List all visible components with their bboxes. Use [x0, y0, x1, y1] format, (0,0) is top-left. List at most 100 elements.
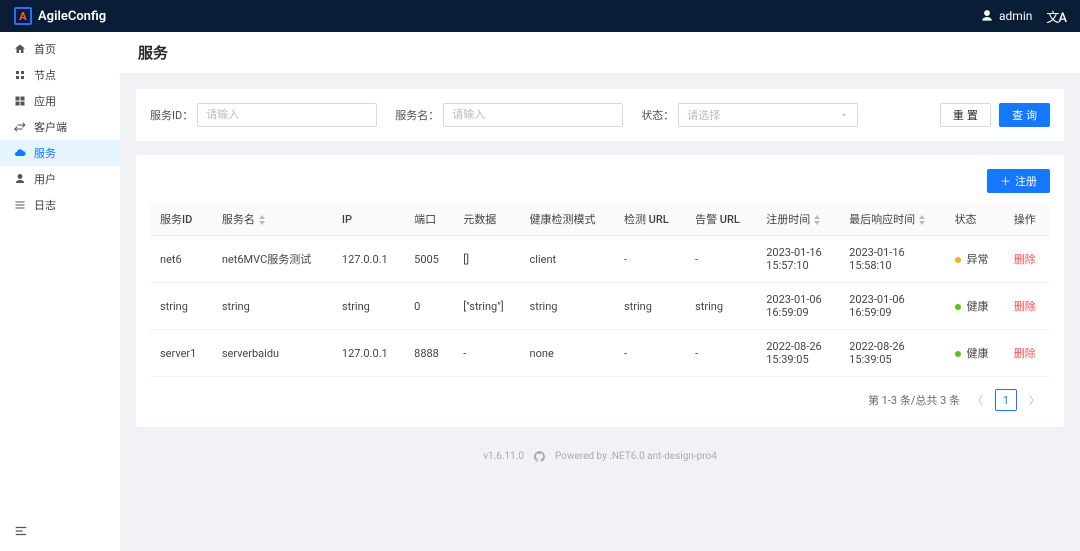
sidebar-item-home[interactable]: 首页: [0, 36, 120, 62]
col-port[interactable]: 端口: [404, 203, 453, 236]
appstore-icon: [14, 95, 26, 107]
page-title: 服务: [120, 32, 1080, 73]
cell-status: 健康: [945, 330, 1004, 377]
pagination: 第 1-3 条/总共 3 条 〈 1 〉: [150, 377, 1050, 413]
col-check-url[interactable]: 检测 URL: [614, 203, 685, 236]
col-service-id[interactable]: 服务ID: [150, 203, 212, 236]
status-select[interactable]: 请选择: [678, 103, 858, 127]
status-label: 状态：: [641, 107, 674, 123]
search-card: 服务ID： 服务名： 状态： 请选择: [136, 89, 1064, 141]
user-icon: [14, 173, 26, 185]
main: 服务 服务ID： 服务名： 状态：: [120, 32, 1080, 551]
brand-name: AgileConfig: [38, 9, 106, 24]
service-name-label: 服务名：: [395, 107, 439, 123]
table-row: net6net6MVC服务测试127.0.0.15005[]client--20…: [150, 236, 1050, 283]
cell-port: 8888: [404, 330, 453, 377]
cell-metadata: ["string"]: [453, 283, 519, 330]
status-placeholder: 请选择: [687, 107, 720, 123]
user-name: admin: [999, 9, 1032, 23]
sidebar-item-users[interactable]: 用户: [0, 166, 120, 192]
sidebar-collapse-button[interactable]: [14, 527, 28, 541]
col-health-mode[interactable]: 健康检测模式: [520, 203, 614, 236]
cell-service-id: net6: [150, 236, 212, 283]
cell-service-name: string: [212, 283, 332, 330]
cell-last-resp-time: 2023-01-1615:58:10: [839, 236, 944, 283]
chevron-down-icon: [839, 110, 849, 120]
col-ip[interactable]: IP: [332, 203, 404, 236]
row-delete-link[interactable]: 删除: [1014, 347, 1036, 360]
sidebar-item-label: 节点: [34, 67, 56, 83]
cell-check-url: -: [614, 236, 685, 283]
cell-register-time: 2023-01-0616:59:09: [756, 283, 839, 330]
github-icon[interactable]: [534, 451, 545, 462]
service-id-label: 服务ID：: [150, 107, 193, 123]
cell-service-name: net6MVC服务测试: [212, 236, 332, 283]
col-metadata[interactable]: 元数据: [453, 203, 519, 236]
cell-health-mode: string: [520, 283, 614, 330]
cell-service-name: serverbaidu: [212, 330, 332, 377]
footer: v1.6.11.0 Powered by .NET6.0 ant-design-…: [120, 443, 1080, 476]
cloud-icon: [14, 147, 26, 159]
sidebar-item-apps[interactable]: 应用: [0, 88, 120, 114]
cell-service-id: string: [150, 283, 212, 330]
cell-port: 0: [404, 283, 453, 330]
sidebar-item-label: 服务: [34, 145, 56, 161]
cell-metadata: []: [453, 236, 519, 283]
user-menu[interactable]: admin: [980, 9, 1032, 23]
row-delete-link[interactable]: 删除: [1014, 300, 1036, 313]
cell-alarm-url: -: [685, 236, 756, 283]
footer-version: v1.6.11.0: [483, 451, 524, 462]
cell-service-id: server1: [150, 330, 212, 377]
sidebar-item-services[interactable]: 服务: [0, 140, 120, 166]
table-row: server1serverbaidu127.0.0.18888-none--20…: [150, 330, 1050, 377]
cluster-icon: [14, 69, 26, 81]
cell-status: 健康: [945, 283, 1004, 330]
plus-icon: ＋: [1000, 173, 1011, 189]
cell-ip: string: [332, 283, 404, 330]
cell-alarm-url: string: [685, 283, 756, 330]
sidebar-item-clients[interactable]: 客户端: [0, 114, 120, 140]
col-register-time[interactable]: 注册时间: [756, 203, 839, 236]
service-id-input[interactable]: [197, 103, 377, 127]
cell-ip: 127.0.0.1: [332, 236, 404, 283]
row-delete-link[interactable]: 删除: [1014, 253, 1036, 266]
table-card: ＋ 注册 服务ID 服务名 IP 端口 元数据 健康检测模式 检测 UR: [136, 155, 1064, 427]
sidebar-item-label: 日志: [34, 197, 56, 213]
brand-logo-icon: A: [14, 7, 32, 25]
cell-register-time: 2023-01-1615:57:10: [756, 236, 839, 283]
sidebar: 首页节点应用客户端服务用户日志: [0, 32, 120, 551]
col-alarm-url[interactable]: 告警 URL: [685, 203, 756, 236]
sidebar-item-label: 用户: [34, 171, 56, 187]
cell-check-url: -: [614, 330, 685, 377]
cell-health-mode: none: [520, 330, 614, 377]
pagination-next[interactable]: 〉: [1025, 392, 1044, 408]
cell-last-resp-time: 2022-08-2615:39:05: [839, 330, 944, 377]
register-label: 注册: [1015, 173, 1037, 189]
sidebar-item-nodes[interactable]: 节点: [0, 62, 120, 88]
reset-button[interactable]: 重 置: [940, 103, 991, 127]
brand[interactable]: A AgileConfig: [14, 7, 106, 25]
col-status[interactable]: 状态: [945, 203, 1004, 236]
language-switch[interactable]: 文A: [1046, 7, 1066, 26]
col-service-name[interactable]: 服务名: [212, 203, 332, 236]
pagination-page-1[interactable]: 1: [995, 389, 1017, 411]
cell-status: 异常: [945, 236, 1004, 283]
pagination-summary: 第 1-3 条/总共 3 条: [868, 392, 960, 408]
menu-icon: [14, 199, 26, 211]
top-header: A AgileConfig admin 文A: [0, 0, 1080, 32]
cell-metadata: -: [453, 330, 519, 377]
table-row: stringstringstring0["string"]stringstrin…: [150, 283, 1050, 330]
services-table: 服务ID 服务名 IP 端口 元数据 健康检测模式 检测 URL 告警 URL …: [150, 203, 1050, 377]
footer-powered: Powered by .NET6.0 ant-design-pro4: [555, 451, 717, 462]
pagination-prev[interactable]: 〈: [968, 392, 987, 408]
sidebar-item-logs[interactable]: 日志: [0, 192, 120, 218]
service-name-input[interactable]: [443, 103, 623, 127]
swap-icon: [14, 121, 26, 133]
query-button[interactable]: 查 询: [999, 103, 1050, 127]
col-action: 操作: [1004, 203, 1050, 236]
cell-health-mode: client: [520, 236, 614, 283]
collapse-icon: [14, 524, 28, 538]
register-button[interactable]: ＋ 注册: [987, 169, 1050, 193]
cell-last-resp-time: 2023-01-0616:59:09: [839, 283, 944, 330]
col-last-resp-time[interactable]: 最后响应时间: [839, 203, 944, 236]
